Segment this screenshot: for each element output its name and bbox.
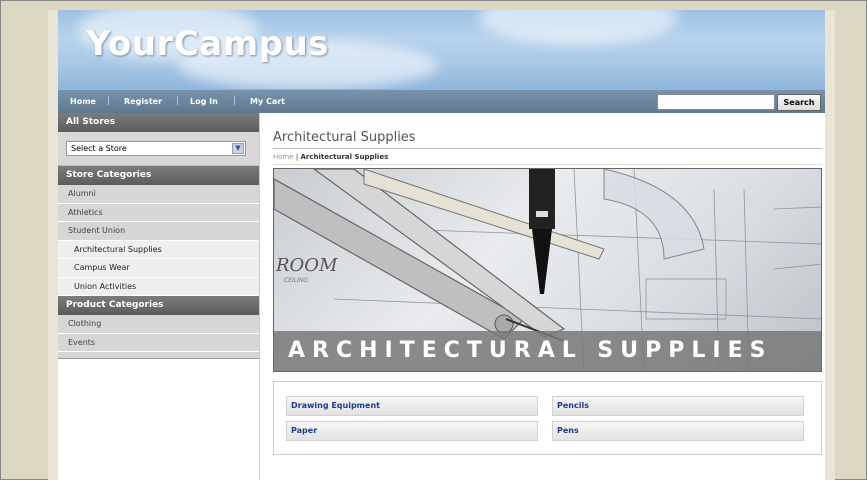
divider [273,164,822,165]
breadcrumb-current: Architectural Supplies [300,153,389,161]
banner-drawing-subtext: CEILING [284,277,308,284]
sidebar-item-athletics[interactable]: Athletics [58,203,259,222]
main-content: Architectural Supplies Home | Architectu… [273,113,825,480]
category-link-paper[interactable]: Paper [286,421,538,441]
pen-body [529,169,555,229]
banner-caption: ARCHITECTURAL SUPPLIES [274,331,821,371]
sidebar-item-clothing[interactable]: Clothing [58,315,259,334]
sidebar-item-alumni[interactable]: Alumni [58,185,259,204]
nav-register-link[interactable]: Register [124,97,162,106]
header-cloud [478,10,678,45]
category-link-pens[interactable]: Pens [552,421,804,441]
search-input[interactable] [657,94,775,110]
sidebar: All Stores Select a Store ▼ Store Catego… [58,113,260,480]
divider [273,148,822,149]
store-select-value: Select a Store [71,144,127,153]
category-link-drawing-equipment[interactable]: Drawing Equipment [286,396,538,416]
product-categories-heading: Product Categories [58,296,259,315]
site-logo[interactable]: YourCampus [86,24,329,64]
store-categories-heading: Store Categories [58,166,259,185]
top-nav: Home | Register | Log In | My Cart Searc… [58,89,825,113]
search-button[interactable]: Search [777,94,821,111]
all-stores-heading: All Stores [58,113,259,132]
store-select[interactable]: Select a Store ▼ [66,141,246,156]
sidebar-item-campus-wear[interactable]: Campus Wear [58,259,259,278]
banner-drawing-text: ROOM [276,255,338,276]
sidebar-item-student-union[interactable]: Student Union [58,222,259,241]
sidebar-item-architectural-supplies[interactable]: Architectural Supplies [58,240,259,259]
nav-separator: | [176,96,180,106]
breadcrumb: Home | Architectural Supplies [273,153,388,161]
page-title: Architectural Supplies [273,130,416,145]
breadcrumb-home-link[interactable]: Home [273,153,294,161]
nav-login-link[interactable]: Log In [190,97,218,106]
nav-separator: | [107,96,111,106]
nav-home-link[interactable]: Home [70,97,96,106]
nav-cart-link[interactable]: My Cart [250,97,285,106]
site-container: YourCampus Home | Register | Log In | My… [58,10,825,480]
nav-separator: | [233,96,237,106]
sidebar-footer-bar [58,352,259,359]
category-banner-image: ROOM CEILING ARCHITECTURAL SUPPLIES [273,168,822,372]
chevron-down-icon[interactable]: ▼ [232,143,244,154]
sidebar-item-events[interactable]: Events [58,333,259,352]
category-link-pencils[interactable]: Pencils [552,396,804,416]
pen-tip [532,229,552,294]
sidebar-item-union-activities[interactable]: Union Activities [58,277,259,296]
subcategory-list: Drawing Equipment Pencils Paper Pens [273,381,822,455]
protractor-shape [603,169,705,260]
store-select-box: Select a Store ▼ [58,132,259,166]
site-header: YourCampus [58,10,825,89]
